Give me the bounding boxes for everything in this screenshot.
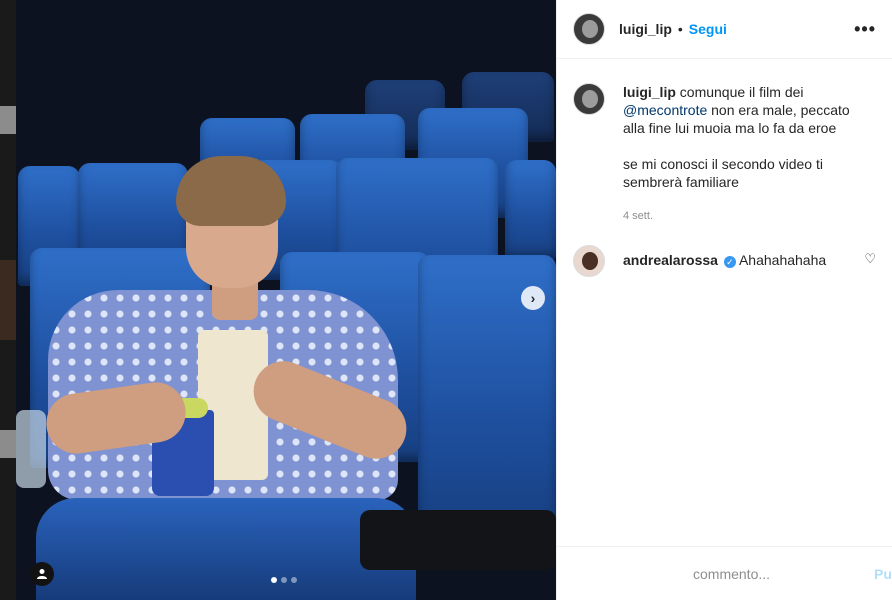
carousel-dot: [281, 577, 287, 583]
caption-username[interactable]: luigi_lip: [623, 84, 676, 100]
comment-input[interactable]: [573, 565, 874, 582]
seat-armrest: [360, 510, 556, 570]
comment-composer: Pubblica: [557, 546, 892, 600]
follow-button[interactable]: Segui: [689, 21, 727, 37]
separator-dot: •: [677, 21, 683, 37]
more-horizontal-icon[interactable]: •••: [854, 19, 876, 40]
post-image[interactable]: ›: [0, 0, 556, 600]
person-hair: [176, 156, 286, 226]
avatar[interactable]: [573, 245, 605, 277]
previous-post-edge: [0, 0, 16, 600]
chevron-right-icon[interactable]: ›: [521, 286, 545, 310]
verified-badge-icon: ✓: [723, 256, 736, 268]
caption: luigi_lip comunque il film dei @mecontro…: [573, 83, 876, 225]
comment-text: Ahahahahaha: [738, 252, 827, 268]
post-header: luigi_lip • Segui •••: [557, 0, 892, 59]
author-username[interactable]: luigi_lip: [619, 21, 672, 37]
cinema-seat: [505, 160, 556, 260]
comment-item: andrealarossa ✓ Ahahahahaha ♡: [573, 245, 876, 277]
post-timestamp[interactable]: 4 sett.: [623, 207, 873, 225]
caption-paragraph: se mi conosci il secondo video ti sembre…: [623, 156, 823, 190]
cinema-seat-front: [36, 498, 416, 600]
user-tag-icon[interactable]: [30, 562, 54, 586]
publish-button[interactable]: Pubblica: [874, 566, 892, 582]
heart-icon[interactable]: ♡: [864, 251, 876, 267]
water-bottle: [16, 410, 46, 488]
carousel-dot: [291, 577, 297, 583]
caption-mention[interactable]: @mecontrote: [623, 102, 707, 118]
carousel-dot: [271, 577, 277, 583]
carousel-indicator: [271, 577, 297, 583]
avatar[interactable]: [573, 83, 605, 115]
comment-username[interactable]: andrealarossa: [623, 252, 718, 268]
caption-text-before: comunque il film dei: [679, 84, 804, 100]
comments-section: luigi_lip comunque il film dei @mecontro…: [557, 59, 892, 277]
avatar[interactable]: [573, 13, 605, 45]
post-side-panel: luigi_lip • Segui ••• luigi_lip comunque…: [556, 0, 892, 600]
